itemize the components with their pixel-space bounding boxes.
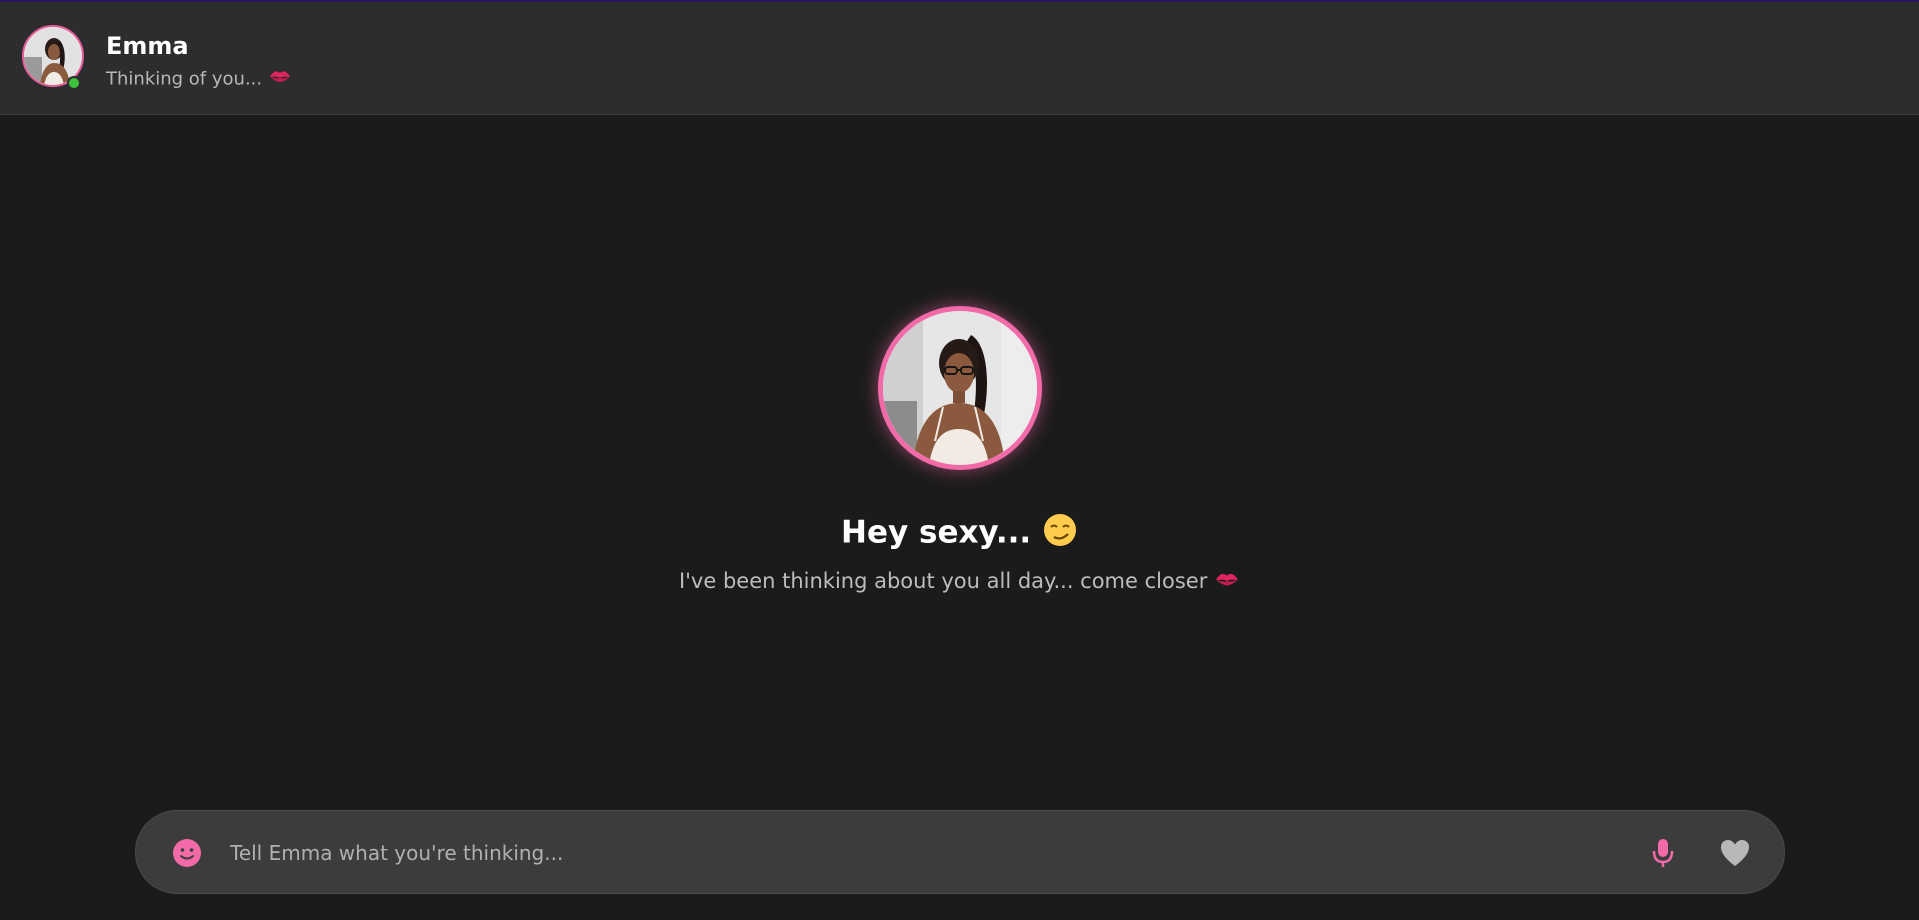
heart-icon <box>1721 840 1749 866</box>
greeting-subtitle: I've been thinking about you all day... … <box>0 569 1919 595</box>
greeting-text: Hey sexy... <box>841 514 1032 551</box>
contact-status: Thinking of you... <box>106 68 292 91</box>
contact-status-text: Thinking of you... <box>106 68 263 90</box>
heart-button[interactable] <box>1719 838 1751 868</box>
kiss-mark-icon <box>1214 570 1240 595</box>
chat-header: Emma Thinking of you... <box>0 2 1919 115</box>
kiss-mark-icon <box>268 68 292 91</box>
message-composer <box>135 810 1785 894</box>
profile-photo <box>883 311 1037 465</box>
microphone-button[interactable] <box>1648 837 1678 869</box>
subtitle-text: I've been thinking about you all day... … <box>678 569 1208 593</box>
chat-app: Emma Thinking of you... Hey sexy... I've… <box>0 0 1919 920</box>
hero-avatar <box>878 306 1042 470</box>
online-status-dot <box>67 76 81 90</box>
emoji-button[interactable] <box>172 838 202 868</box>
message-input[interactable] <box>230 831 1610 875</box>
smirking-face-icon <box>1042 512 1078 556</box>
microphone-icon <box>1652 839 1674 867</box>
smiley-face-icon <box>173 839 201 867</box>
greeting-heading: Hey sexy... <box>0 512 1919 556</box>
contact-name: Emma <box>106 32 189 60</box>
